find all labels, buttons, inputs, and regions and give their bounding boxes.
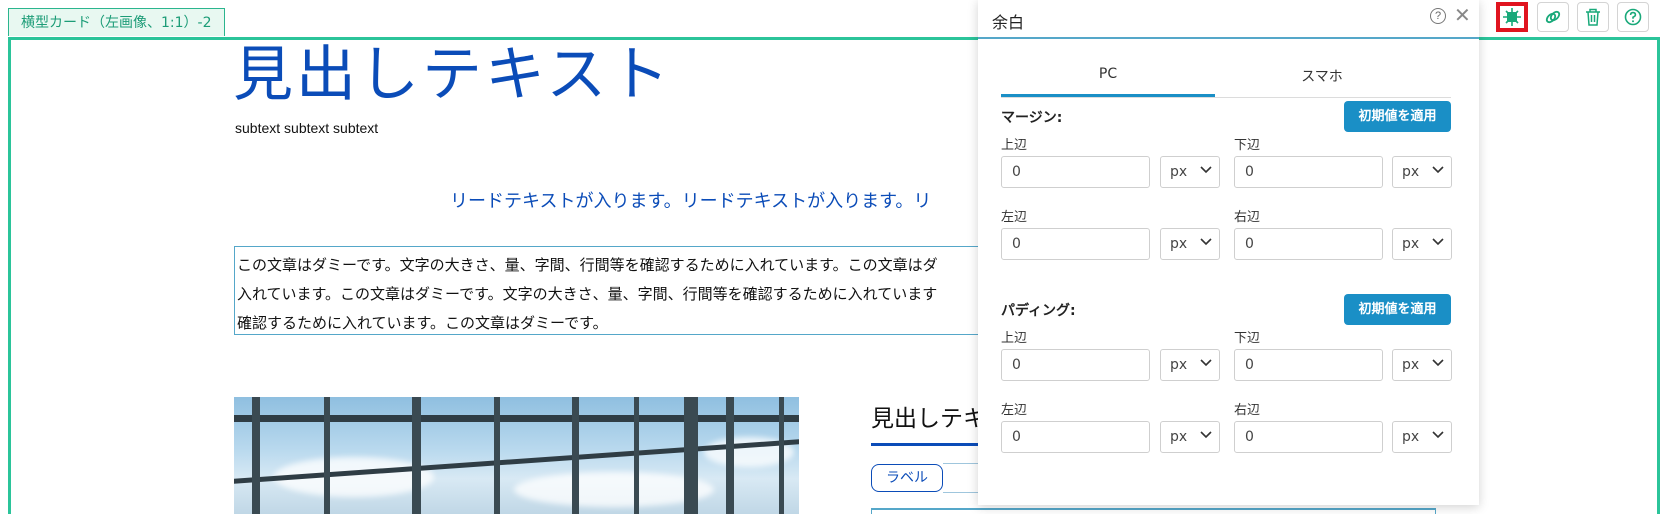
- editor-canvas: 横型カード（左画像、1:1）-2 見出しテキスト subtext subtext…: [0, 0, 1667, 514]
- chevron-down-icon: [1432, 431, 1444, 439]
- window-frame: [494, 397, 500, 514]
- tab-pc[interactable]: PC: [1001, 66, 1215, 82]
- panel-header: 余白 ? ✕: [978, 0, 1479, 39]
- margin-top-unit-select[interactable]: px: [1160, 156, 1220, 188]
- margin-left-label: 左辺: [1001, 210, 1028, 225]
- panel-title: 余白: [992, 13, 1025, 32]
- margin-bottom-unit-select[interactable]: px: [1392, 156, 1452, 188]
- page-subtext[interactable]: subtext subtext subtext: [235, 120, 378, 136]
- unit-value: px: [1402, 164, 1420, 180]
- card-heading-accent: [871, 443, 991, 446]
- padding-bottom-unit-select[interactable]: px: [1392, 349, 1452, 381]
- tab-smartphone[interactable]: スマホ: [1215, 66, 1429, 86]
- window-mullion: [234, 415, 799, 422]
- delete-button[interactable]: [1577, 2, 1609, 32]
- chevron-down-icon: [1432, 166, 1444, 174]
- window-frame: [684, 397, 698, 514]
- trash-icon: [1586, 8, 1600, 26]
- spacing-panel: 余白 ? ✕ PC スマホ マージン: 初期値を適用 上辺 0 px 下辺 0 …: [978, 0, 1479, 505]
- unit-value: px: [1170, 429, 1188, 445]
- padding-right-label: 右辺: [1234, 403, 1261, 418]
- spacing-icon: [1503, 8, 1521, 26]
- card-heading[interactable]: 見出しテキ: [871, 399, 986, 433]
- active-tab-indicator: [1001, 94, 1215, 97]
- spacing-button[interactable]: [1496, 2, 1528, 32]
- margin-right-label: 右辺: [1234, 210, 1261, 225]
- padding-left-label: 左辺: [1001, 403, 1028, 418]
- margin-bottom-input[interactable]: 0: [1234, 156, 1383, 188]
- chevron-down-icon: [1432, 359, 1444, 367]
- body-text-line: この文章はダミーです。文字の大きさ、量、字間、行間等を確認するために入れています…: [237, 256, 938, 274]
- card-body-box[interactable]: [871, 508, 1436, 514]
- link-icon: [1545, 10, 1561, 24]
- margin-section-label: マージン:: [1001, 110, 1063, 126]
- window-frame: [779, 397, 784, 514]
- unit-value: px: [1170, 164, 1188, 180]
- unit-value: px: [1170, 357, 1188, 373]
- window-frame: [634, 397, 639, 514]
- padding-top-label: 上辺: [1001, 331, 1028, 346]
- card-image[interactable]: [234, 397, 799, 514]
- chevron-down-icon: [1200, 431, 1212, 439]
- help-icon[interactable]: ?: [1430, 8, 1446, 24]
- padding-bottom-label: 下辺: [1234, 331, 1261, 346]
- margin-left-unit-select[interactable]: px: [1160, 228, 1220, 260]
- help-icon: [1624, 8, 1642, 26]
- lead-text[interactable]: リードテキストが入ります。リードテキストが入ります。リ: [450, 187, 931, 213]
- margin-top-label: 上辺: [1001, 138, 1028, 153]
- chevron-down-icon: [1432, 238, 1444, 246]
- padding-apply-default-button[interactable]: 初期値を適用: [1344, 294, 1451, 325]
- margin-bottom-label: 下辺: [1234, 138, 1261, 153]
- margin-apply-default-button[interactable]: 初期値を適用: [1344, 101, 1451, 132]
- window-frame: [412, 397, 421, 514]
- card-label-chip[interactable]: ラベル: [871, 464, 943, 492]
- padding-bottom-input[interactable]: 0: [1234, 349, 1383, 381]
- padding-left-input[interactable]: 0: [1001, 421, 1150, 453]
- close-icon[interactable]: ✕: [1454, 5, 1471, 25]
- device-tabs: PC スマホ: [1001, 58, 1451, 98]
- margin-right-input[interactable]: 0: [1234, 228, 1383, 260]
- unit-value: px: [1170, 236, 1188, 252]
- padding-right-input[interactable]: 0: [1234, 421, 1383, 453]
- padding-section-label: パディング:: [1001, 303, 1076, 319]
- window-frame: [572, 397, 579, 514]
- margin-left-input[interactable]: 0: [1001, 228, 1150, 260]
- chevron-down-icon: [1200, 238, 1212, 246]
- unit-value: px: [1402, 236, 1420, 252]
- unit-value: px: [1402, 357, 1420, 373]
- margin-right-unit-select[interactable]: px: [1392, 228, 1452, 260]
- window-frame: [726, 397, 734, 514]
- margin-top-input[interactable]: 0: [1001, 156, 1150, 188]
- chevron-down-icon: [1200, 359, 1212, 367]
- window-frame: [252, 397, 260, 514]
- link-button[interactable]: [1537, 2, 1569, 32]
- padding-top-input[interactable]: 0: [1001, 349, 1150, 381]
- padding-right-unit-select[interactable]: px: [1392, 421, 1452, 453]
- help-button[interactable]: [1617, 2, 1649, 32]
- page-heading[interactable]: 見出しテキスト: [233, 40, 672, 110]
- padding-left-unit-select[interactable]: px: [1160, 421, 1220, 453]
- body-text-block[interactable]: この文章はダミーです。文字の大きさ、量、字間、行間等を確認するために入れています…: [234, 246, 994, 335]
- body-text-line: 確認するために入れています。この文章はダミーです。: [237, 314, 608, 332]
- window-frame: [324, 397, 330, 514]
- padding-top-unit-select[interactable]: px: [1160, 349, 1220, 381]
- block-type-tag[interactable]: 横型カード（左画像、1:1）-2: [8, 8, 225, 36]
- body-text-line: 入れています。この文章はダミーです。文字の大きさ、量、字間、行間等を確認するため…: [237, 285, 938, 303]
- unit-value: px: [1402, 429, 1420, 445]
- chevron-down-icon: [1200, 166, 1212, 174]
